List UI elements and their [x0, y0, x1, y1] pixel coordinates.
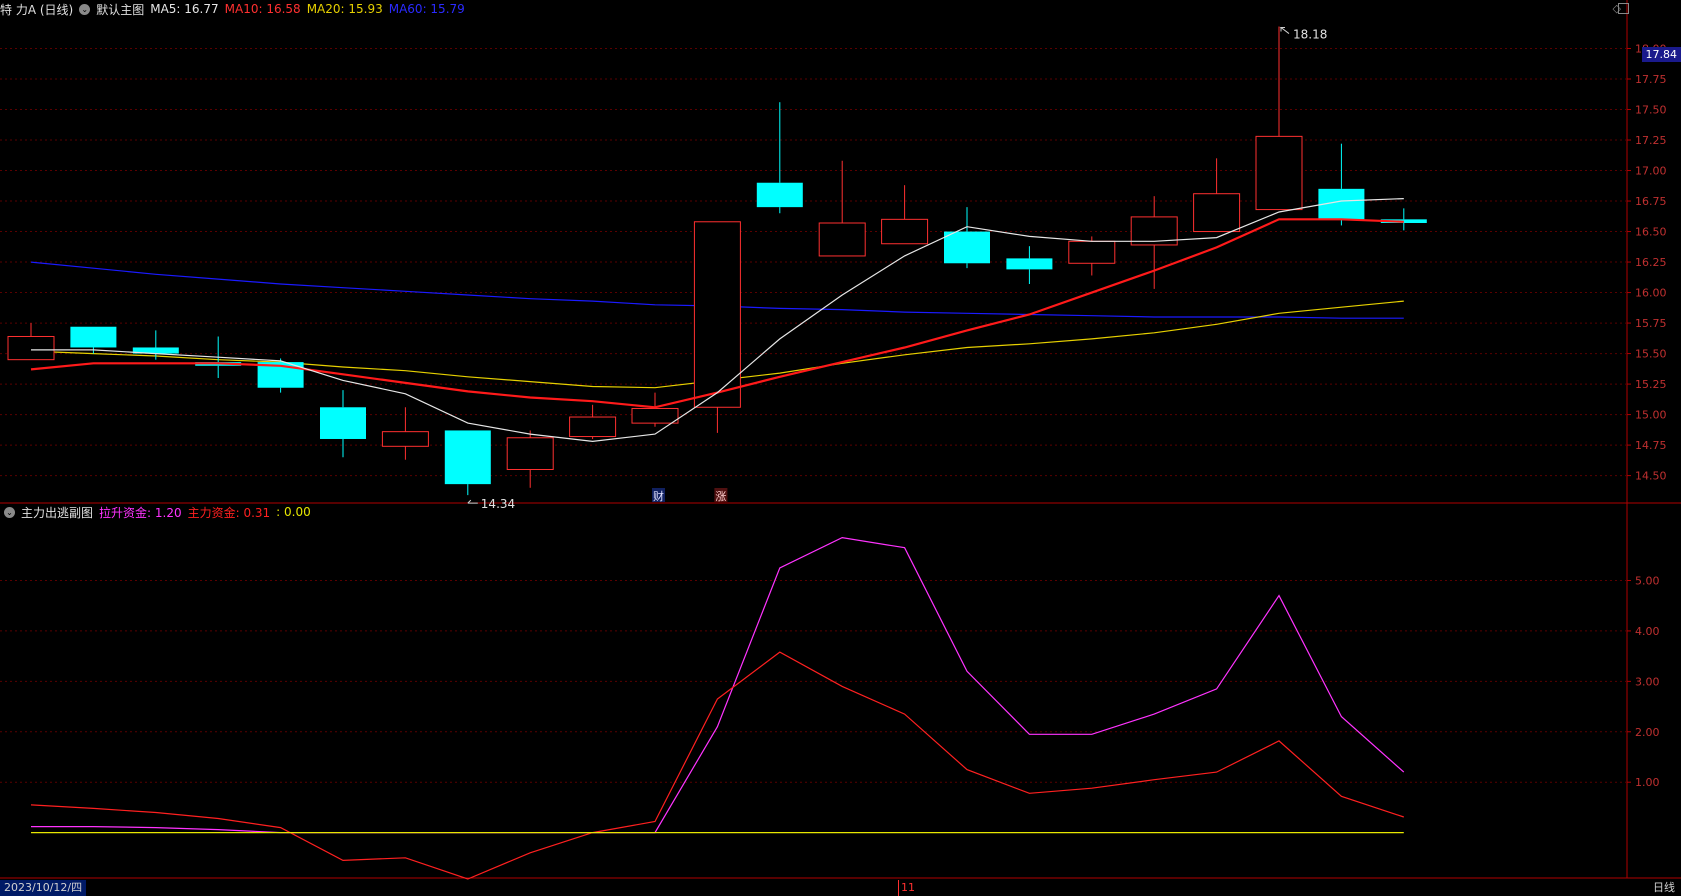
candle-body-up — [7, 335, 55, 361]
sub-y-tick-label: 4.00 — [1635, 625, 1660, 638]
ma60-label: MA60: 15.79 — [388, 2, 465, 16]
candle-body-down — [444, 430, 491, 485]
low-price-label: 14.34 — [481, 497, 515, 511]
candle-body-up — [1255, 135, 1303, 211]
zero-label: : 0.00 — [276, 505, 311, 519]
candle-body-up — [569, 416, 617, 438]
maximize-icon[interactable] — [1618, 3, 1629, 14]
main-y-tick-label: 16.50 — [1635, 226, 1667, 239]
sub-y-tick-label: 2.00 — [1635, 726, 1660, 739]
main-y-tick-label: 16.00 — [1635, 287, 1667, 300]
candle-body-up — [1193, 193, 1241, 233]
candle-body-up — [381, 431, 429, 447]
event-marker-zhang: 涨 — [715, 490, 726, 503]
main-y-tick-label: 16.25 — [1635, 256, 1667, 269]
main-y-tick-label: 15.50 — [1635, 348, 1667, 361]
low-arrow-icon — [467, 499, 478, 504]
high-arrow-icon — [1279, 27, 1290, 34]
candle-body-down — [944, 231, 990, 264]
candle-body-down — [320, 407, 366, 439]
main-y-tick-label: 17.25 — [1635, 134, 1667, 147]
candle-body-up — [818, 222, 866, 257]
candle-body-down — [70, 326, 117, 348]
candle-body-up — [631, 407, 679, 424]
event-marker-cai: 财 — [653, 489, 664, 503]
main-y-tick-label: 17.50 — [1635, 104, 1667, 117]
stock-title[interactable]: 特 力A (日线) — [0, 1, 73, 18]
candle-body-down — [756, 182, 803, 208]
lashen-label: 拉升资金: 1.20 — [99, 505, 182, 520]
lashen-line — [31, 536, 1405, 834]
current-price-box: 17.84 — [1641, 47, 1681, 62]
indicator-title[interactable]: 主力出逃副图 — [21, 504, 93, 521]
template-dropdown-icon[interactable]: ⌄ — [79, 3, 91, 15]
main-y-tick-label: 15.00 — [1635, 409, 1667, 422]
main-y-tick-label: 14.50 — [1635, 470, 1667, 483]
high-price-label: 18.18 — [1293, 28, 1327, 42]
sub-y-tick-label: 5.00 — [1635, 575, 1660, 588]
ma10-label: MA10: 16.58 — [224, 2, 301, 16]
kline-chart-svg[interactable]: 18.0017.7517.5017.2517.0016.7516.5016.25… — [0, 0, 1681, 896]
ma20-label: MA20: 15.93 — [306, 2, 383, 16]
indicator-dropdown-icon[interactable]: ⌄ — [4, 506, 15, 518]
sub-y-tick-label: 3.00 — [1635, 675, 1660, 688]
main-y-tick-label: 17.75 — [1635, 73, 1667, 86]
ma5-label: MA5: 16.77 — [150, 2, 219, 16]
main-y-tick-label: 16.75 — [1635, 195, 1667, 208]
chart-stage: 18.0017.7517.5017.2517.0016.7516.5016.25… — [0, 0, 1681, 896]
zhuli-line — [30, 651, 1404, 880]
status-cursor-label: 11 — [898, 880, 915, 896]
zhuli-label: 主力资金: 0.31 — [187, 505, 271, 520]
template-name[interactable]: 默认主图 — [96, 1, 144, 18]
main-chart-header: 特 力A (日线) ⌄ 默认主图 MA5: 16.77 MA10: 16.58 … — [0, 0, 471, 18]
main-y-tick-label: 14.75 — [1635, 439, 1667, 452]
status-date: 2023/10/12/四 — [0, 880, 87, 896]
sub-chart-header: ⌄ 主力出逃副图 拉升资金: 1.20 主力资金: 0.31 : 0.00 — [0, 503, 317, 521]
candle-body-down — [1006, 258, 1053, 270]
candle-body-up — [1068, 240, 1116, 264]
sub-y-tick-label: 1.00 — [1635, 776, 1660, 789]
main-y-tick-label: 15.75 — [1635, 317, 1667, 330]
candle-body-up — [506, 437, 554, 470]
main-y-tick-label: 15.25 — [1635, 378, 1667, 391]
main-y-tick-label: 17.00 — [1635, 165, 1667, 178]
period-label[interactable]: 日线 — [1653, 880, 1675, 896]
candle-body-up — [881, 218, 929, 245]
